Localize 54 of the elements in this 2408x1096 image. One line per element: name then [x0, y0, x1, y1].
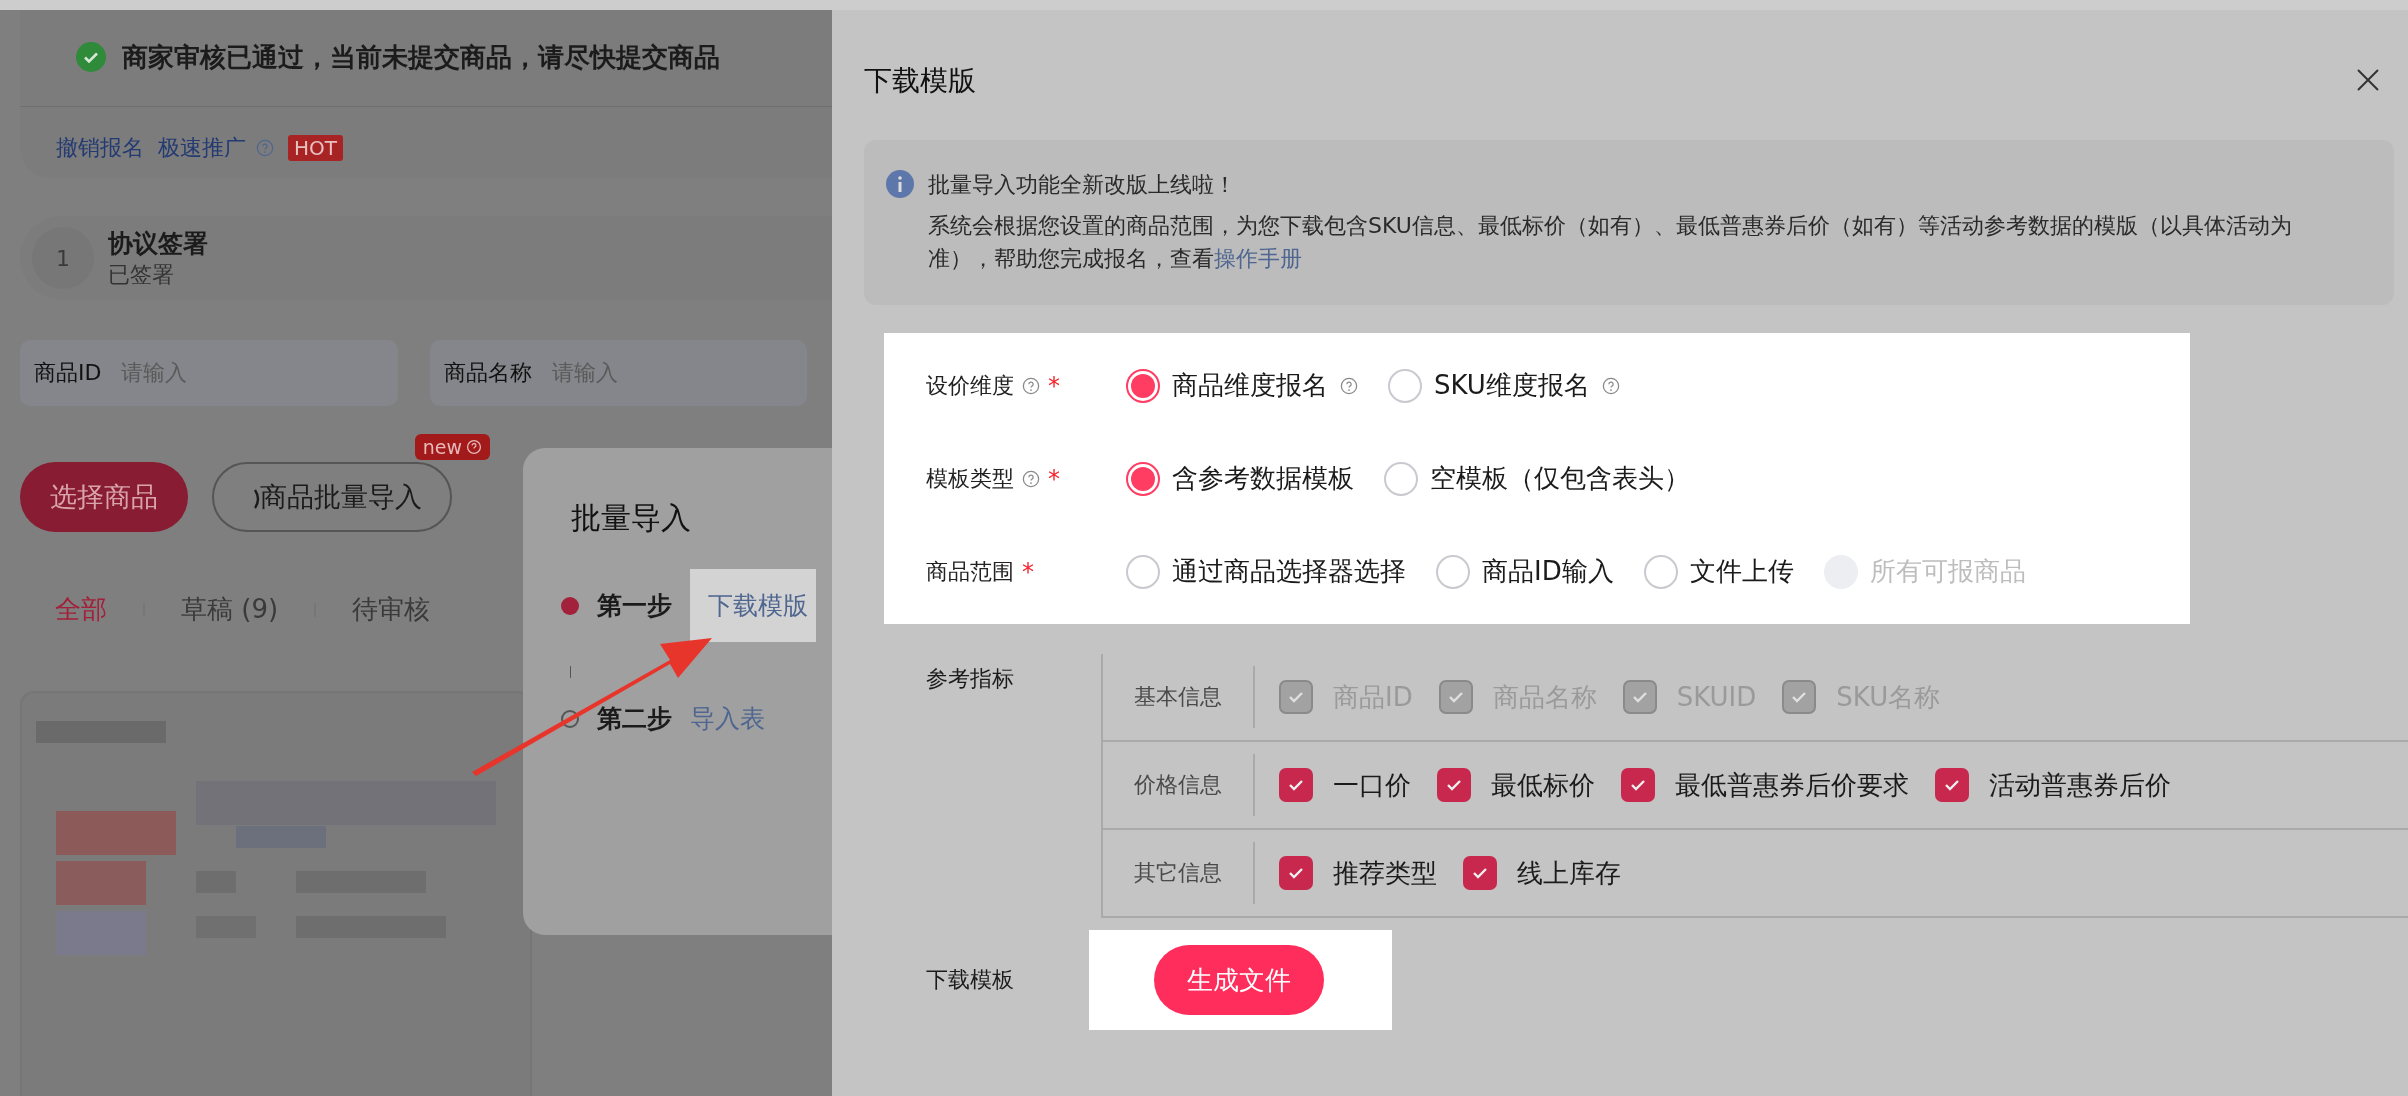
info-text: 系统会根据您设置的商品范围，为您下载包含SKU信息、最低标价（如有）、最低普惠券后价（如有）等活动参考数据的模版（以具体活动为准），帮助您完成报名，查看操作手册: [928, 212, 2293, 273]
info-icon: [886, 170, 914, 198]
manual-link[interactable]: 操作手册: [1214, 246, 1302, 271]
field-label: 设价维度: [926, 371, 1014, 400]
required-mark: *: [1022, 557, 1034, 586]
help-icon[interactable]: [1340, 376, 1358, 395]
radio-option[interactable]: 商品维度报名: [1126, 368, 1358, 403]
filter-tab[interactable]: 草稿 (9): [181, 592, 279, 627]
field-label: 商品范围: [926, 557, 1014, 586]
group-name: 其它信息: [1103, 842, 1255, 904]
field-label: 参考指标: [926, 665, 1015, 693]
radio-option[interactable]: SKU维度报名: [1388, 368, 1620, 403]
checkbox-option[interactable]: 最低普惠券后价要求: [1621, 767, 1909, 803]
step-label: 第一步: [597, 590, 672, 622]
field-label: 下载模板: [926, 966, 1015, 994]
required-mark: *: [1048, 464, 1060, 493]
new-badge: new: [414, 434, 490, 460]
step-title: 协议签署: [108, 227, 208, 260]
checkbox-option[interactable]: 活动普惠券后价: [1935, 767, 2171, 803]
action-link[interactable]: 极速推广: [158, 133, 246, 163]
step-status: 已签署: [108, 260, 175, 289]
import-button[interactable]: 商品批量导入: [212, 462, 452, 532]
radio-option[interactable]: 文件上传: [1643, 554, 1794, 589]
required-mark: *: [1048, 371, 1060, 400]
step-label: 第二步: [597, 703, 672, 735]
help-icon[interactable]: [1022, 376, 1040, 395]
generate-button[interactable]: 生成文件: [1154, 945, 1324, 1015]
help-icon[interactable]: [1022, 469, 1040, 488]
success-icon: [76, 42, 106, 72]
checkbox-option[interactable]: 推荐类型: [1279, 855, 1437, 891]
radio-option[interactable]: 含参考数据模板: [1126, 461, 1354, 496]
radio-option[interactable]: 通过商品选择器选择: [1126, 554, 1406, 589]
chevron-icon: [254, 488, 262, 510]
checkbox-option[interactable]: 线上库存: [1463, 855, 1621, 891]
step-link[interactable]: 导入表: [690, 702, 765, 735]
group-name: 价格信息: [1103, 754, 1255, 816]
close-icon[interactable]: [2356, 68, 2380, 92]
action-link[interactable]: 撤销报名: [56, 133, 144, 163]
select-button[interactable]: 选择商品: [20, 462, 188, 532]
checkbox-option[interactable]: 最低标价: [1437, 767, 1595, 803]
step-link[interactable]: 下载模版: [690, 569, 816, 642]
filter-tab[interactable]: 待审核: [352, 592, 431, 627]
help-icon[interactable]: [1601, 376, 1620, 395]
checkbox-option[interactable]: 一口价: [1279, 767, 1411, 803]
info-title: 批量导入功能全新改版上线啦！: [928, 171, 1237, 199]
group-name: 基本信息: [1103, 666, 1255, 728]
status-message: 商家审核已通过，当前未提交商品，请尽快提交商品: [122, 40, 720, 74]
step-number: 1: [32, 227, 94, 289]
radio-option[interactable]: 商品ID输入: [1436, 554, 1614, 589]
radio-option[interactable]: 空模板（仅包含表头）: [1384, 461, 1690, 496]
popover-title: 批量导入: [571, 499, 692, 537]
field-label: 模板类型: [926, 464, 1014, 493]
hot-badge: HOT: [288, 135, 343, 161]
drawer-title: 下载模版: [864, 63, 976, 99]
